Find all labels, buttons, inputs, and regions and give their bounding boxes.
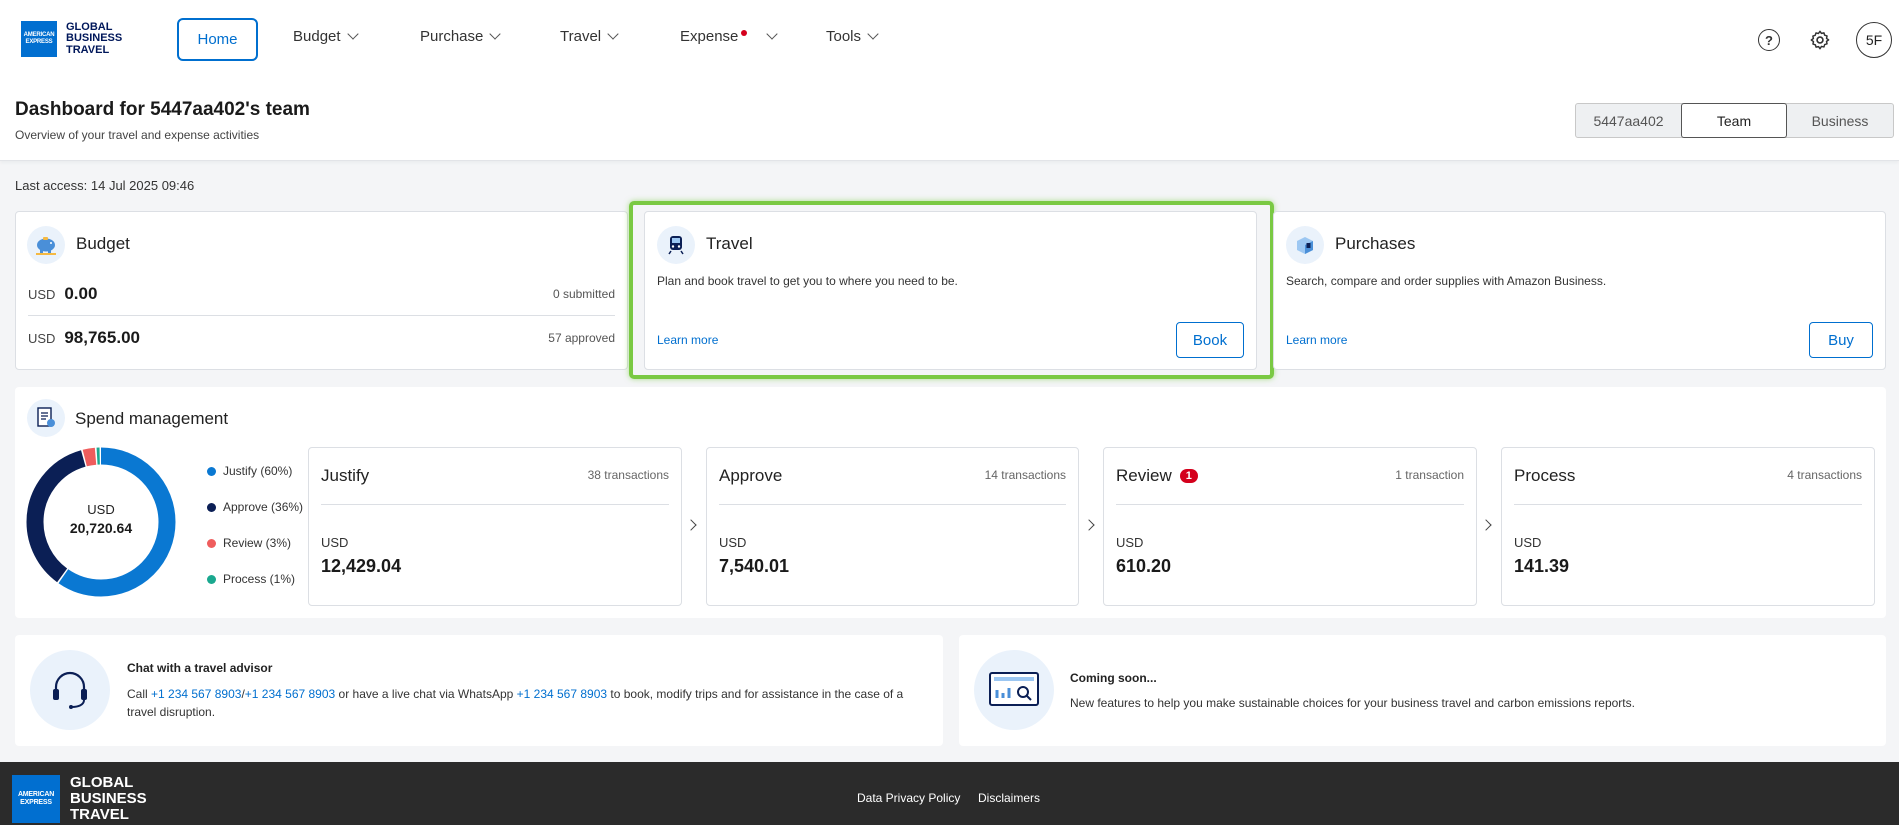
spend-donut-chart: USD 20,720.64: [26, 447, 176, 597]
chevron-down-icon: [607, 28, 619, 40]
legend-item: Process (1%): [207, 572, 295, 586]
stage-count: 38 transactions: [587, 468, 669, 482]
stage-title: Process: [1514, 466, 1576, 485]
stage-currency: USD: [1116, 535, 1144, 550]
stage-amount: 7,540.01: [719, 556, 790, 576]
purchases-card: Purchases Search, compare and order supp…: [1273, 211, 1886, 370]
chevron-down-icon: [346, 28, 359, 40]
legend-dot: [207, 538, 216, 548]
stage-count: 1 transaction: [1395, 468, 1464, 482]
budget-submitted-amount: USD 0.00: [28, 284, 98, 303]
divider: [1514, 504, 1862, 505]
budget-card: Budget USD 0.00 0 submitted USD 98,765.0…: [15, 211, 628, 370]
advisor-phone-link[interactable]: +1 234 567 8903: [245, 687, 335, 701]
purchases-card-title: Purchases: [1335, 234, 1416, 253]
nav-expense-menu[interactable]: Expense: [680, 28, 779, 45]
legend-label: Approve (36%): [223, 500, 304, 514]
page-title: Dashboard for 5447aa402's team: [15, 99, 310, 120]
donut-total: 20,720.64: [69, 520, 133, 536]
report-screen-icon: [974, 650, 1054, 730]
travel-card-highlight: [629, 201, 1274, 379]
budget-approved-status: 57 approved: [548, 331, 615, 345]
legend-dot: [207, 574, 216, 584]
review-count-badge: 1: [1179, 469, 1198, 483]
nav-tools-menu[interactable]: Tools: [826, 28, 879, 45]
budget-approved-amount: USD 98,765.00: [28, 328, 140, 347]
whatsapp-phone-link[interactable]: +1 234 567 8903: [517, 687, 607, 701]
legend-item: Approve (36%): [207, 500, 303, 514]
logo-wordmark: GLOBAL BUSINESS TRAVEL: [70, 774, 147, 823]
coming-soon-panel: Coming soon... New features to help you …: [959, 635, 1886, 746]
coming-soon-title: Coming soon...: [1070, 671, 1157, 685]
scope-tab-business[interactable]: Business: [1787, 104, 1893, 137]
stage-currency: USD: [1514, 535, 1542, 550]
page-subtitle: Overview of your travel and expense acti…: [15, 128, 260, 142]
stage-amount: 12,429.04: [321, 556, 402, 576]
receipt-icon: [27, 399, 65, 437]
stage-card-review[interactable]: Review 1 1 transaction USD 610.20: [1103, 447, 1477, 606]
user-avatar[interactable]: 5F: [1856, 22, 1892, 58]
donut-currency: USD: [87, 502, 115, 517]
scope-tab-user[interactable]: 5447aa402: [1576, 104, 1681, 137]
scope-tab-team[interactable]: Team: [1681, 103, 1787, 138]
legend-item: Justify (60%): [207, 464, 292, 478]
chevron-down-icon: [489, 28, 502, 40]
stage-count: 4 transactions: [1787, 468, 1862, 482]
travel-advisor-panel: Chat with a travel advisor Call +1 234 5…: [15, 635, 943, 746]
budget-card-title: Budget: [76, 234, 130, 253]
nav-purchase-menu[interactable]: Purchase: [420, 28, 502, 45]
stage-currency: USD: [719, 535, 747, 550]
legend-dot: [207, 502, 216, 512]
nav-budget-menu[interactable]: Budget: [293, 28, 359, 45]
amex-logo-box: AMERICAN EXPRESS: [12, 775, 60, 823]
stage-count: 14 transactions: [984, 468, 1066, 482]
budget-submitted-status: 0 submitted: [552, 287, 615, 301]
stage-amount: 610.20: [1116, 556, 1172, 576]
piggy-bank-icon: [27, 226, 65, 264]
divider: [321, 504, 669, 505]
coming-soon-text: New features to help you make sustainabl…: [1070, 696, 1635, 710]
stage-card-process[interactable]: Process 4 transactions USD 141.39: [1501, 447, 1875, 606]
logo-wordmark: GLOBAL BUSINESS TRAVEL: [66, 20, 123, 56]
top-navigation: AMERICAN EXPRESS GLOBAL BUSINESS TRAVEL Hom…: [0, 0, 1899, 79]
purchases-card-description: Search, compare and order supplies with …: [1286, 274, 1607, 288]
divider: [719, 504, 1066, 505]
amex-gbt-logo[interactable]: AMERICAN EXPRESS GLOBAL BUSINESS TRAVEL: [21, 21, 122, 57]
stage-amount: 141.39: [1514, 556, 1570, 576]
legend-label: Review (3%): [223, 536, 292, 550]
last-access-text: Last access: 14 Jul 2025 09:46: [15, 178, 195, 193]
divider: [28, 315, 615, 316]
package-icon: [1286, 226, 1324, 264]
purchases-learn-more-link[interactable]: Learn more: [1286, 333, 1347, 347]
disclaimers-link[interactable]: Disclaimers: [978, 791, 1040, 805]
scope-switcher: 5447aa402 Team Business: [1575, 103, 1894, 138]
chevron-down-icon: [867, 28, 879, 40]
help-icon[interactable]: ?: [1758, 29, 1780, 51]
stage-currency: USD: [321, 535, 349, 550]
advisor-title: Chat with a travel advisor: [127, 661, 273, 675]
stage-card-justify[interactable]: Justify 38 transactions USD 12,429.04: [308, 447, 682, 606]
settings-gear-icon[interactable]: [1809, 29, 1831, 56]
expense-notification-dot: [741, 30, 747, 36]
advisor-phone-link[interactable]: +1 234 567 8903: [151, 687, 241, 701]
spend-management-title: Spend management: [75, 409, 229, 428]
divider: [1116, 504, 1464, 505]
stage-card-approve[interactable]: Approve 14 transactions USD 7,540.01: [706, 447, 1079, 606]
amex-logo-box: AMERICAN EXPRESS: [21, 21, 57, 57]
chevron-down-icon: [766, 28, 779, 40]
stage-title: Approve: [719, 466, 783, 485]
stage-title: Justify: [321, 466, 370, 485]
nav-home-button[interactable]: Home: [177, 18, 258, 61]
headset-icon: [30, 650, 110, 730]
legend-dot: [207, 466, 216, 476]
nav-travel-menu[interactable]: Travel: [560, 28, 619, 45]
legend-label: Process (1%): [223, 572, 296, 586]
footer-logo[interactable]: AMERICAN EXPRESS GLOBAL BUSINESS TRAVEL: [12, 775, 147, 823]
privacy-policy-link[interactable]: Data Privacy Policy: [857, 791, 960, 805]
advisor-text: Call +1 234 567 8903/+1 234 567 8903 or …: [127, 687, 904, 719]
legend-label: Justify (60%): [223, 464, 293, 478]
buy-button[interactable]: Buy: [1809, 322, 1873, 358]
legend-item: Review (3%): [207, 536, 291, 550]
stage-title: Review: [1116, 466, 1172, 485]
